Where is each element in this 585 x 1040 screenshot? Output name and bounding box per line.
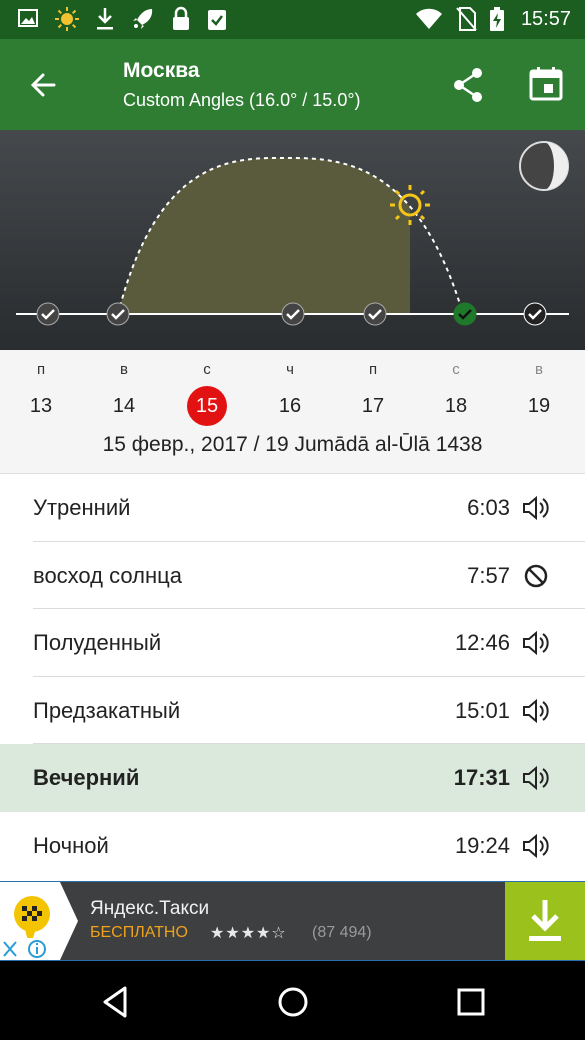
rocket-notification-icon [130,6,156,32]
page-subtitle: Custom Angles (16.0° / 15.0°) [123,90,361,110]
day-13[interactable]: п 13 [16,358,66,426]
prayer-row-fajr[interactable]: Утренний 6:03 [0,474,585,542]
day-weekday: в [120,361,128,378]
prayer-row-sunrise[interactable]: восход солнца 7:57 [0,541,585,609]
square-recents-icon [457,988,485,1016]
system-nav-bar [0,961,585,1040]
ad-choices-badge[interactable] [0,938,52,960]
day-weekday: в [535,361,543,378]
day-16[interactable]: ч 16 [265,358,315,426]
ad-review-count: (87 494) [312,924,372,941]
speaker-icon[interactable] [521,764,551,792]
circle-home-icon [278,987,308,1017]
day-number: 15 [195,395,219,417]
date-line: 15 февр., 2017 / 19 Jumādā al-Ūlā 1438 [102,433,483,456]
day-number: 17 [361,395,385,417]
moon-phase-icon [519,141,569,191]
share-button[interactable] [446,63,490,107]
prayer-name: Полуденный [33,630,162,655]
daylight-area [118,157,410,314]
speaker-icon[interactable] [521,629,551,657]
day-18[interactable]: с 18 [431,358,481,426]
day-weekday: с [452,361,460,378]
page-title: Москва [123,59,200,82]
ad-banner[interactable]: Яндекс.Такси БЕСПЛАТНО ★★★★☆ (87 494) [0,881,585,961]
clock-time: 15:57 [520,7,571,30]
ad-download-button[interactable] [505,882,585,960]
triangle-back-icon [103,986,127,1018]
prayer-marker-maghrib [453,302,477,326]
prayer-row-dhuhr[interactable]: Полуденный 12:46 [0,609,585,677]
prayer-name: Ночной [33,832,109,858]
prayer-row-asr[interactable]: Предзакатный 15:01 [0,676,585,744]
prayer-name: Утренний [33,495,131,520]
prayer-row-isha[interactable]: Ночной 19:24 [0,811,585,879]
selected-day-circle: 15 [187,386,227,426]
ad-rating-stars: ★★★★☆ [210,925,287,942]
day-number: 18 [444,395,468,417]
speaker-icon[interactable] [521,494,551,522]
prayer-time: 15:01 [454,697,510,723]
image-notification-icon [16,6,40,32]
day-number: 13 [29,395,53,417]
clipboard-check-icon [206,6,228,32]
status-bar: 15:57 [0,0,585,39]
nav-back-button[interactable] [94,980,138,1024]
prayer-time: 6:03 [467,495,510,520]
prayer-name: восход солнца [33,562,182,588]
prayer-time: 7:57 [467,562,510,588]
day-weekday: ч [286,361,294,378]
sun-path-graphic [0,130,585,350]
prayer-marker-fajr [36,302,60,326]
wifi-icon [415,7,443,31]
lock-notification-icon [170,6,192,32]
day-selector: п 13 в 14 с 15 ч 16 п 17 с 18 в 19 15 фе… [0,350,585,474]
day-14[interactable]: в 14 [99,358,149,426]
day-weekday: п [36,361,46,378]
download-icon [529,900,561,941]
day-weekday: п [368,361,378,378]
speaker-icon[interactable] [521,832,551,860]
day-number: 14 [112,395,136,417]
prayer-marker-isha [523,302,547,326]
nav-recents-button[interactable] [449,980,493,1024]
prayer-row-maghrib[interactable]: Вечерний 17:31 [0,744,585,812]
prayer-name: Предзакатный [33,697,181,723]
block-icon[interactable] [521,562,551,590]
prayer-time: 17:31 [453,765,510,790]
day-17[interactable]: п 17 [348,358,398,426]
prayer-time: 19:24 [454,832,510,858]
day-number: 19 [527,395,551,417]
prayer-marker-dhuhr [281,302,305,326]
share-icon [454,68,482,102]
calendar-icon [529,67,563,101]
nav-home-button[interactable] [271,980,315,1024]
speaker-icon[interactable] [521,697,551,725]
prayer-time: 12:46 [454,630,510,655]
day-number: 16 [278,395,302,417]
ad-title: Яндекс.Такси [90,898,210,919]
day-19[interactable]: в 19 [514,358,564,426]
battery-charging-icon [489,6,505,32]
back-button[interactable] [22,65,66,105]
day-15-selected[interactable]: с 15 [182,358,232,426]
prayer-times-list: Утренний 6:03 восход солнца 7:57 Полуден… [0,474,585,879]
day-weekday: с [203,361,211,378]
download-notification-icon [94,6,116,32]
arrow-back-icon [30,73,56,97]
calendar-button[interactable] [524,63,568,107]
prayer-name: Вечерний [33,765,140,790]
prayer-marker-asr [363,302,387,326]
app-bar: Москва Custom Angles (16.0° / 15.0°) [0,39,585,130]
sun-notification-icon [54,6,80,32]
ad-price: БЕСПЛАТНО [90,924,188,941]
prayer-marker-sunrise [106,302,130,326]
no-sim-icon [455,6,477,32]
